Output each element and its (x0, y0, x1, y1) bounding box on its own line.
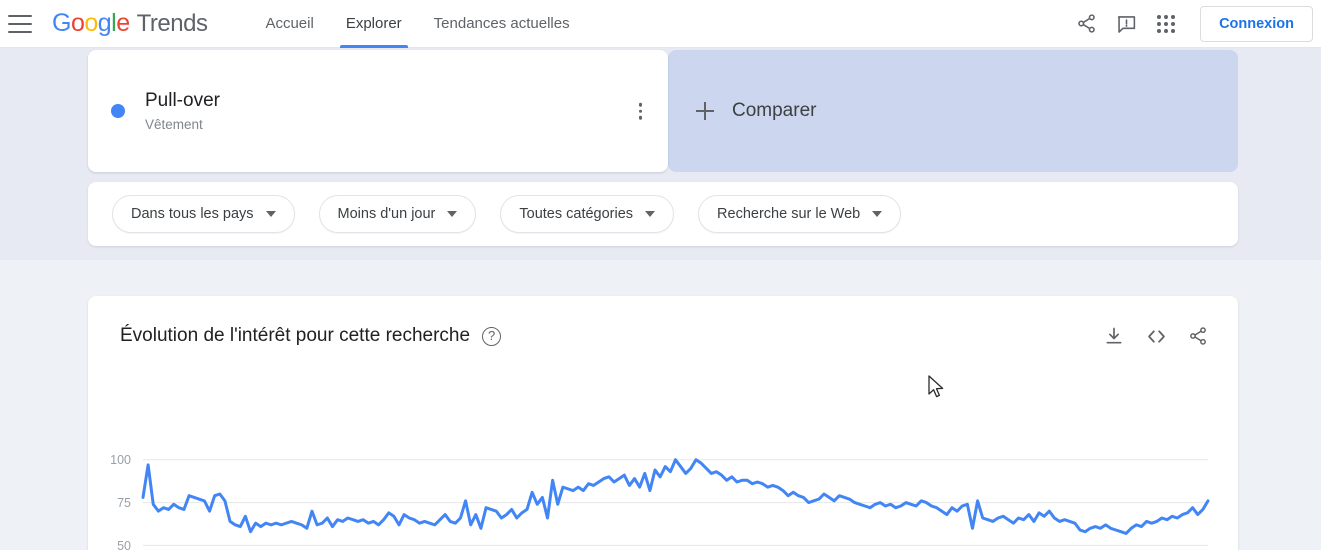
logo-product-name: Trends (136, 10, 208, 37)
logo-letter-e: e (116, 9, 130, 37)
search-term-title: Pull-over (145, 89, 220, 111)
filter-category-label: Toutes catégories (519, 206, 634, 222)
y-axis-tick-label: 75 (117, 496, 131, 510)
trends-page: Google Trends Accueil Explorer Tendances… (0, 0, 1321, 550)
download-icon[interactable] (1098, 320, 1130, 352)
filter-category[interactable]: Toutes catégories (500, 195, 675, 233)
chevron-down-icon (645, 211, 656, 217)
compare-card[interactable]: Comparer (668, 50, 1238, 172)
chevron-down-icon (265, 211, 276, 217)
logo-letter-g: G (52, 9, 71, 37)
interest-over-time-card: Évolution de l'intérêt pour cette recher… (88, 296, 1238, 550)
apps-grid-dots (1157, 14, 1176, 33)
series-color-dot (111, 104, 125, 118)
feedback-icon[interactable] (1106, 4, 1146, 44)
filter-search-type[interactable]: Recherche sur le Web (698, 195, 902, 233)
main-nav: Accueil Explorer Tendances actuelles (249, 0, 585, 48)
interest-over-time-chart[interactable]: 50 75 100 (88, 416, 1238, 550)
logo-letter-g2: g (97, 9, 112, 37)
chevron-down-icon (872, 211, 883, 217)
help-icon[interactable]: ? (482, 326, 502, 346)
hamburger-menu-icon[interactable] (8, 14, 32, 33)
nav-tab-accueil[interactable]: Accueil (249, 0, 329, 48)
y-axis-tick-label: 100 (110, 453, 131, 467)
chart-title: Évolution de l'intérêt pour cette recher… (120, 325, 471, 346)
sign-in-label: Connexion (1219, 15, 1294, 32)
nav-tab-explorer[interactable]: Explorer (330, 0, 418, 48)
logo-letter-o1: o (70, 9, 85, 37)
search-term-card[interactable]: Pull-over Vêtement (88, 50, 668, 172)
embed-code-icon[interactable] (1140, 320, 1172, 352)
search-term-texts: Pull-over Vêtement (145, 90, 220, 133)
search-term-subtitle: Vêtement (145, 117, 203, 133)
kebab-menu-icon[interactable] (635, 99, 647, 124)
header-actions: Connexion (1066, 4, 1321, 44)
chart-actions (1098, 320, 1214, 352)
chart-svg: 50 75 100 (110, 453, 1210, 550)
filter-time-range[interactable]: Moins d'un jour (318, 195, 477, 233)
share-icon[interactable] (1066, 4, 1106, 44)
nav-tab-label: Explorer (345, 15, 402, 32)
chevron-down-icon (447, 211, 458, 217)
nav-tab-label: Accueil (265, 15, 314, 32)
filter-search-type-label: Recherche sur le Web (717, 206, 861, 222)
filter-time-range-label: Moins d'un jour (337, 206, 436, 222)
share-icon[interactable] (1182, 320, 1214, 352)
filter-location-label: Dans tous les pays (131, 206, 254, 222)
search-terms-row: Pull-over Vêtement Comparer (88, 50, 1238, 172)
plus-icon (696, 102, 714, 120)
app-header: Google Trends Accueil Explorer Tendances… (0, 0, 1321, 48)
chart-series-line (141, 458, 1210, 535)
google-trends-logo[interactable]: Google Trends (52, 9, 208, 38)
filters-bar: Dans tous les pays Moins d'un jour Toute… (88, 182, 1238, 246)
y-axis-tick-label: 50 (117, 539, 131, 550)
logo-letter-o2: o (84, 9, 98, 37)
google-apps-icon[interactable] (1146, 4, 1186, 44)
compare-label: Comparer (732, 100, 817, 121)
filter-location[interactable]: Dans tous les pays (112, 195, 295, 233)
sign-in-button[interactable]: Connexion (1200, 5, 1313, 42)
chart-header: Évolution de l'intérêt pour cette recher… (120, 320, 1214, 352)
nav-tab-tendances-actuelles[interactable]: Tendances actuelles (418, 0, 586, 48)
nav-tab-label: Tendances actuelles (433, 15, 570, 32)
